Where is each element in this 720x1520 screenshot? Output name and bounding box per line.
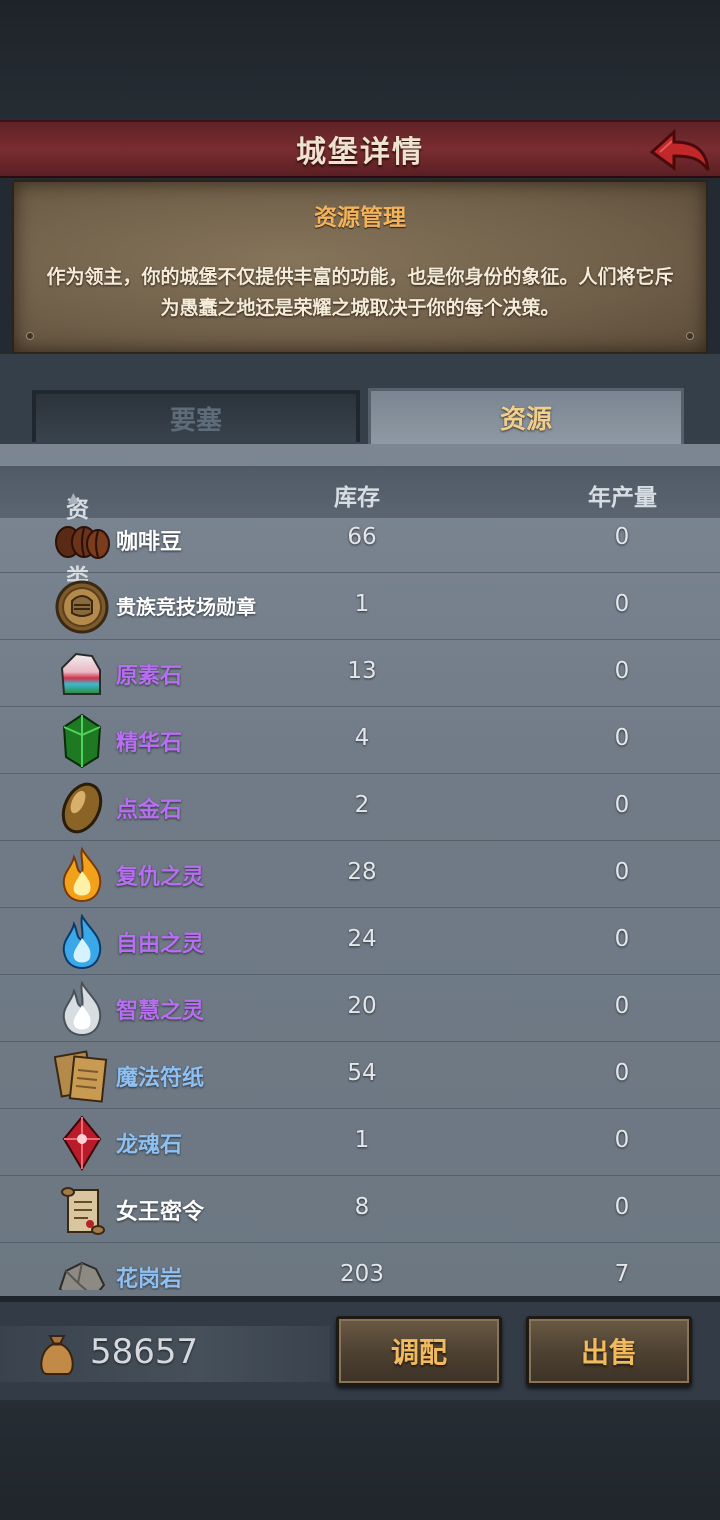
resource-name: 原素石 [116, 664, 183, 689]
list-item[interactable]: 复仇之灵 28 0 [0, 841, 720, 908]
resource-stock: 66 [347, 524, 377, 550]
resource-yearly: 0 [614, 792, 630, 818]
resource-yearly: 0 [614, 658, 630, 684]
money-bag-icon [40, 1335, 74, 1375]
resource-name: 自由之灵 [116, 932, 205, 957]
sell-button[interactable]: 出售 [526, 1316, 692, 1386]
coffee-bean-icon [55, 526, 110, 559]
page-title: 城堡详情 [296, 135, 424, 170]
wisdom-spirit-icon [62, 981, 102, 1037]
resource-yearly: 0 [614, 524, 630, 550]
magic-paper-icon [54, 1050, 108, 1103]
resource-stock: 1 [354, 591, 370, 617]
resource-name: 复仇之灵 [116, 865, 205, 890]
resource-stock: 20 [347, 993, 377, 1019]
gold-amount: 58657 [90, 1332, 199, 1372]
tab-fortress[interactable]: 要塞 [32, 390, 360, 442]
resource-name: 点金石 [116, 798, 183, 823]
revenge-spirit-icon [62, 847, 102, 903]
list-item[interactable]: 女王密令 8 0 [0, 1176, 720, 1243]
info-title: 资源管理 [314, 205, 406, 231]
list-item[interactable]: 智慧之灵 20 0 [0, 975, 720, 1042]
resource-stock: 8 [354, 1194, 370, 1220]
resource-yearly: 7 [614, 1261, 630, 1287]
resource-stock: 24 [347, 926, 377, 952]
gold-stone-icon [61, 782, 103, 834]
list-item[interactable]: 自由之灵 24 0 [0, 908, 720, 975]
resource-stock: 2 [354, 792, 370, 818]
resource-yearly: 0 [614, 1127, 630, 1153]
back-arrow-icon [649, 128, 710, 171]
resource-yearly: 0 [614, 993, 630, 1019]
info-parchment: 资源管理 作为领主，你的城堡不仅提供丰富的功能，也是你身份的象征。人们将它斥为愚… [12, 180, 708, 354]
back-button[interactable] [648, 126, 712, 176]
resource-list[interactable]: 咖啡豆 66 0 贵族竞技场勋章 1 0 原素石 13 0 精华石 4 0 点金… [0, 518, 720, 1290]
resource-name: 精华石 [116, 731, 183, 756]
resource-yearly: 0 [614, 1060, 630, 1086]
list-item[interactable]: 精华石 4 0 [0, 707, 720, 774]
resource-stock: 1 [354, 1127, 370, 1153]
resource-name: 花岗岩 [116, 1267, 183, 1290]
list-item[interactable]: 点金石 2 0 [0, 774, 720, 841]
resource-name: 女王密令 [116, 1200, 205, 1225]
list-item[interactable]: 花岗岩 203 7 [0, 1243, 720, 1290]
resource-stock: 203 [340, 1261, 384, 1287]
resource-yearly: 0 [614, 1194, 630, 1220]
resource-name: 咖啡豆 [116, 530, 183, 555]
table-header: 资源类型▲ 库存 年产量 [0, 466, 720, 625]
status-area [0, 0, 720, 120]
resource-yearly: 0 [614, 591, 630, 617]
arena-medal-icon [55, 580, 109, 634]
freedom-spirit-icon [62, 914, 102, 970]
info-description: 作为领主，你的城堡不仅提供丰富的功能，也是你身份的象征。人们将它斥为愚蠢之地还是… [46, 266, 674, 319]
resource-stock: 13 [347, 658, 377, 684]
allocate-button[interactable]: 调配 [336, 1316, 502, 1386]
list-item[interactable]: 原素石 13 0 [0, 640, 720, 707]
origin-stone-icon [60, 652, 101, 695]
title-bar: 城堡详情 [0, 120, 720, 178]
resource-name: 魔法符纸 [116, 1066, 205, 1091]
resource-yearly: 0 [614, 926, 630, 952]
list-item[interactable]: 龙魂石 1 0 [0, 1109, 720, 1176]
granite-icon [58, 1261, 106, 1290]
resource-stock: 4 [354, 725, 370, 751]
essence-stone-icon [62, 713, 102, 769]
resource-stock: 54 [347, 1060, 377, 1086]
resource-name: 智慧之灵 [116, 999, 205, 1024]
pin-icon [26, 332, 34, 340]
tab-resources[interactable]: 资源 [368, 388, 684, 444]
bottom-area [0, 1400, 720, 1520]
resource-name: 龙魂石 [116, 1133, 183, 1158]
tab-bar: 要塞 资源 [0, 354, 720, 444]
resource-name: 贵族竞技场勋章 [116, 595, 256, 619]
list-item[interactable]: 咖啡豆 66 0 [0, 518, 720, 573]
list-item[interactable]: 贵族竞技场勋章 1 0 [0, 573, 720, 640]
sort-asc-icon: ▲ [68, 490, 79, 506]
queen-decree-icon [61, 1187, 105, 1235]
list-item[interactable]: 魔法符纸 54 0 [0, 1042, 720, 1109]
header-stock[interactable]: 库存 [334, 478, 380, 512]
header-yearly[interactable]: 年产量 [588, 478, 657, 512]
dragon-soul-stone-icon [62, 1115, 102, 1171]
resource-yearly: 0 [614, 725, 630, 751]
pin-icon [686, 332, 694, 340]
resource-stock: 28 [347, 859, 377, 885]
resource-yearly: 0 [614, 859, 630, 885]
